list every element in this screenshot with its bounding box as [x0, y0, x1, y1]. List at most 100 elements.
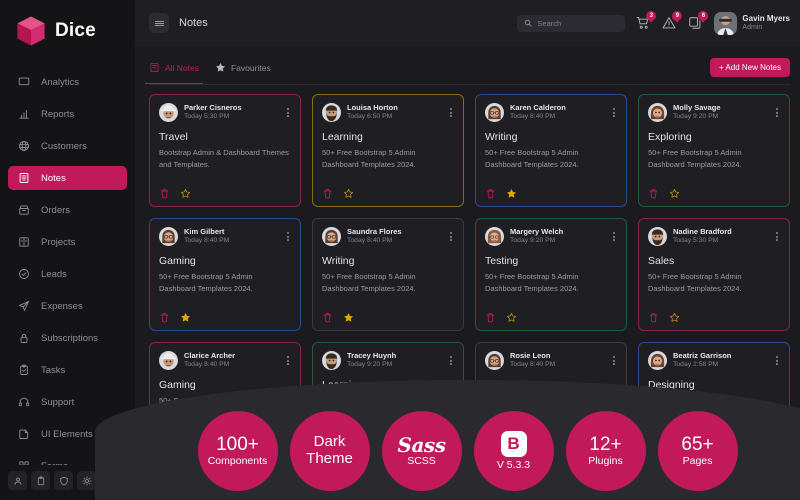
sidebar-item-notes[interactable]: Notes: [8, 166, 127, 190]
note-actions: [159, 312, 291, 323]
sidebar-item-subscriptions[interactable]: Subscriptions: [8, 326, 127, 350]
trash-icon[interactable]: [159, 436, 170, 447]
star-icon[interactable]: [343, 312, 354, 323]
trash-icon[interactable]: [485, 312, 496, 323]
note-timestamp: Today 5:30 PM: [184, 113, 279, 122]
note-more-menu-icon[interactable]: [285, 107, 291, 119]
sidebar-item-label: Expenses: [41, 301, 83, 312]
sidebar-item-expenses[interactable]: Expenses: [8, 294, 127, 318]
send-icon: [17, 300, 30, 313]
tabbar: All Notes Favourites + Add New Notes: [149, 51, 790, 84]
feature-circle-bottom: Components: [208, 456, 268, 468]
note-author-name: Rosie Leon: [510, 351, 605, 361]
note-more-menu-icon[interactable]: [285, 231, 291, 243]
note-header: Tracey Huynh Today 9:20 PM: [322, 351, 454, 370]
note-more-menu-icon[interactable]: [611, 231, 617, 243]
feature-circle: 65+ Pages: [658, 411, 738, 491]
trash-icon[interactable]: [322, 312, 333, 323]
note-actions: [485, 312, 617, 323]
note-header: Karen Calderon Today 8:40 PM: [485, 103, 617, 122]
note-more-menu-icon[interactable]: [611, 107, 617, 119]
tab-all-notes[interactable]: All Notes: [149, 51, 199, 84]
add-new-notes-button[interactable]: + Add New Notes: [710, 58, 790, 77]
alert-triangle-icon[interactable]: 9: [662, 16, 677, 31]
note-more-menu-icon[interactable]: [774, 107, 780, 119]
search-input[interactable]: [537, 19, 618, 28]
star-icon[interactable]: [506, 188, 517, 199]
tab-label: Favourites: [231, 63, 271, 73]
star-icon[interactable]: [669, 188, 680, 199]
trash-icon[interactable]: [648, 188, 659, 199]
note-actions: [159, 188, 291, 199]
note-more-menu-icon[interactable]: [448, 231, 454, 243]
tab-favourites[interactable]: Favourites: [215, 51, 271, 84]
sidebar-item-label: Orders: [41, 205, 70, 216]
user-icon[interactable]: [8, 471, 27, 490]
profile-menu[interactable]: Gavin Myers Admin: [714, 12, 790, 35]
sass-logo-icon: Sass: [398, 434, 446, 456]
note-actions: [648, 312, 780, 323]
star-icon[interactable]: [180, 188, 191, 199]
star-icon[interactable]: [506, 312, 517, 323]
note-card[interactable]: Louisa Horton Today 6:50 PM Learning 50+…: [312, 94, 464, 207]
note-card[interactable]: Parker Cisneros Today 5:30 PM Travel Boo…: [149, 94, 301, 207]
trash-icon[interactable]: [159, 312, 170, 323]
note-card[interactable]: Saundra Flores Today 8:40 PM Writing 50+…: [312, 218, 464, 331]
sidebar-item-label: Analytics: [41, 77, 79, 88]
sidebar-item-forms[interactable]: Forms›: [8, 454, 127, 465]
note-author: Louisa Horton Today 6:50 PM: [347, 103, 442, 122]
sidebar-item-tasks[interactable]: Tasks: [8, 358, 127, 382]
note-more-menu-icon[interactable]: [611, 355, 617, 367]
note-card[interactable]: Nadine Bradford Today 5:30 PM Sales 50+ …: [638, 218, 790, 331]
notes-filter-icon: [149, 62, 160, 73]
sidebar-item-label: Forms: [41, 461, 68, 466]
note-card[interactable]: Kim Gilbert Today 8:40 PM Gaming 50+ Fre…: [149, 218, 301, 331]
power-icon[interactable]: [100, 471, 119, 490]
search-icon: [524, 14, 532, 32]
sidebar-item-support[interactable]: Support: [8, 390, 127, 414]
star-icon[interactable]: [343, 188, 354, 199]
note-author-name: Clarice Archer: [184, 351, 279, 361]
brand[interactable]: Dice: [0, 0, 135, 64]
sidebar: Dice Analytics Reports Customers Notes Order…: [0, 0, 135, 500]
feature-circle-top: 12+: [589, 434, 621, 455]
cart-icon[interactable]: 3: [636, 16, 651, 31]
feature-circle: B V 5.3.3: [474, 411, 554, 491]
star-icon[interactable]: [180, 312, 191, 323]
trash-icon[interactable]: [648, 312, 659, 323]
search-box[interactable]: [517, 15, 625, 32]
topbar-right: 3 9 6: [517, 12, 790, 35]
note-card[interactable]: Molly Savage Today 9:20 PM Exploring 50+…: [638, 94, 790, 207]
hamburger-icon[interactable]: [149, 13, 169, 33]
star-icon[interactable]: [669, 312, 680, 323]
note-more-menu-icon[interactable]: [285, 355, 291, 367]
topbar: Notes 3: [135, 0, 800, 46]
avatar: [322, 351, 341, 370]
layers-icon: [17, 428, 30, 441]
sidebar-item-orders[interactable]: Orders: [8, 198, 127, 222]
sidebar-item-analytics[interactable]: Analytics: [8, 70, 127, 94]
note-card[interactable]: Karen Calderon Today 8:40 PM Writing 50+…: [475, 94, 627, 207]
trash-icon[interactable]: [159, 188, 170, 199]
clipboard-icon[interactable]: [31, 471, 50, 490]
note-more-menu-icon[interactable]: [774, 231, 780, 243]
trash-icon[interactable]: [485, 188, 496, 199]
gear-icon[interactable]: [77, 471, 96, 490]
feature-circle-top: 100+: [216, 434, 259, 455]
trash-icon[interactable]: [322, 188, 333, 199]
star-icon[interactable]: [180, 436, 191, 447]
sidebar-item-ui-elements[interactable]: UI Elements›: [8, 422, 127, 446]
sidebar-item-customers[interactable]: Customers: [8, 134, 127, 158]
sidebar-item-label: Tasks: [41, 365, 65, 376]
sidebar-item-projects[interactable]: Projects: [8, 230, 127, 254]
note-card[interactable]: Margery Welch Today 9:20 PM Testing 50+ …: [475, 218, 627, 331]
shield-icon[interactable]: [54, 471, 73, 490]
note-more-menu-icon[interactable]: [448, 355, 454, 367]
note-more-menu-icon[interactable]: [774, 355, 780, 367]
note-author: Karen Calderon Today 8:40 PM: [510, 103, 605, 122]
copy-icon[interactable]: 6: [688, 16, 703, 31]
note-more-menu-icon[interactable]: [448, 107, 454, 119]
sidebar-item-reports[interactable]: Reports: [8, 102, 127, 126]
sidebar-item-label: Customers: [41, 141, 87, 152]
sidebar-item-leads[interactable]: Leads: [8, 262, 127, 286]
